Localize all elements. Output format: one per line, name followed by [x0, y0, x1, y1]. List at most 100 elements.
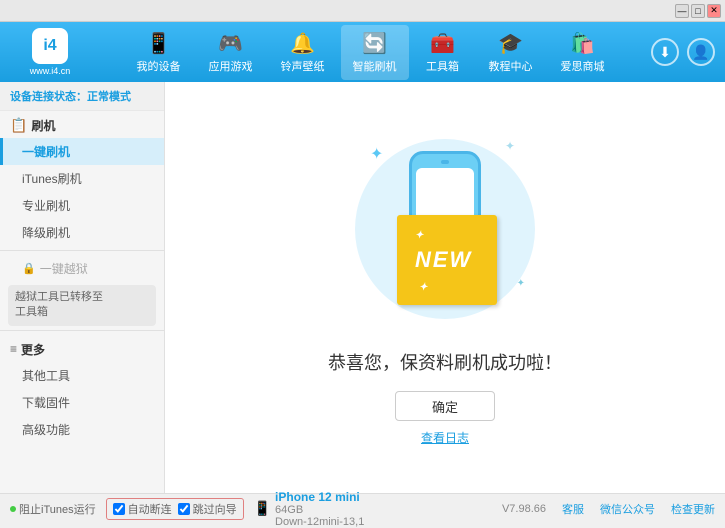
check-update-link[interactable]: 检查更新: [671, 501, 715, 517]
status-right: V7.98.66 客服 微信公众号 检查更新: [502, 501, 715, 517]
close-button[interactable]: ✕: [707, 4, 721, 18]
status-value: 正常模式: [87, 91, 131, 103]
ringtone-icon: 🔔: [290, 31, 315, 56]
auto-launch-checkbox-label[interactable]: 自动断连: [113, 501, 172, 517]
nav-item-store[interactable]: 🛍️ 爱思商城: [549, 25, 617, 80]
auto-launch-checkbox[interactable]: [113, 503, 125, 515]
store-icon: 🛍️: [570, 31, 595, 56]
logo-icon: i4: [32, 28, 68, 64]
jailbreak-label: 一键越狱: [40, 260, 88, 277]
nav-label-smart-flash: 智能刷机: [353, 58, 397, 74]
nav-item-my-device[interactable]: 📱 我的设备: [125, 25, 193, 80]
green-dot-icon: [10, 506, 16, 512]
sidebar-item-pro-flash[interactable]: 专业刷机: [0, 192, 164, 219]
view-log-link[interactable]: 查看日志: [421, 429, 469, 446]
new-badge-text: NEW: [415, 247, 472, 272]
version-label: V7.98.66: [502, 503, 546, 515]
nav-item-tutorial[interactable]: 🎓 教程中心: [477, 25, 545, 80]
divider-1: [0, 250, 164, 251]
logo-url: www.i4.cn: [30, 66, 71, 76]
window-controls[interactable]: — □ ✕: [675, 4, 721, 18]
phone-earpiece: [441, 160, 449, 164]
main-content: 设备连接状态：正常模式 📋 刷机 一键刷机 iTunes刷机 专业刷机 降级刷机…: [0, 82, 725, 493]
nav-bar: i4 www.i4.cn 📱 我的设备 🎮 应用游戏 🔔 铃声壁纸 🔄 智能刷机…: [0, 22, 725, 82]
sidebar-section-more: ≡ 更多: [0, 335, 164, 362]
nav-label-store: 爱思商城: [561, 58, 605, 74]
more-section-label: 更多: [21, 341, 45, 358]
wizard-checkbox-label[interactable]: 跳过向导: [178, 501, 237, 517]
jailbreak-notice: 越狱工具已转移至工具箱: [8, 285, 156, 326]
status-left: 阻止iTunes运行: [10, 501, 96, 517]
customer-service-link[interactable]: 客服: [562, 501, 584, 517]
sidebar-item-itunes-flash[interactable]: iTunes刷机: [0, 165, 164, 192]
confirm-button[interactable]: 确定: [395, 391, 495, 421]
sidebar-item-one-key-flash[interactable]: 一键刷机: [0, 138, 164, 165]
device-info: 📱 iPhone 12 mini 64GB Down-12mini-13,1: [254, 490, 365, 528]
device-name: iPhone 12 mini: [275, 490, 364, 504]
jailbreak-notice-text: 越狱工具已转移至工具箱: [15, 291, 103, 318]
nav-items: 📱 我的设备 🎮 应用游戏 🔔 铃声壁纸 🔄 智能刷机 🧰 工具箱 🎓 教程中心…: [90, 25, 651, 80]
sidebar-item-download-firmware[interactable]: 下载固件: [0, 389, 164, 416]
toolbox-icon: 🧰: [430, 31, 455, 56]
nav-right-controls: ⬇ 👤: [651, 38, 715, 66]
phone-device-icon: 📱: [254, 500, 271, 517]
downgrade-flash-label: 降级刷机: [22, 226, 70, 240]
sidebar-item-other-tools[interactable]: 其他工具: [0, 362, 164, 389]
nav-item-toolbox[interactable]: 🧰 工具箱: [413, 25, 473, 80]
logo: i4 www.i4.cn: [10, 28, 90, 76]
sidebar-jailbreak-section: 🔒 一键越狱: [0, 255, 164, 281]
device-storage: 64GB: [275, 504, 364, 516]
more-section-icon: ≡: [10, 342, 17, 356]
flash-section-label: 刷机: [31, 117, 55, 134]
nav-item-ringtone[interactable]: 🔔 铃声壁纸: [269, 25, 337, 80]
auto-launch-label: 自动断连: [128, 501, 172, 517]
new-badge: ✦ NEW ✦: [397, 215, 497, 305]
advanced-label: 高级功能: [22, 423, 70, 437]
wizard-checkbox[interactable]: [178, 503, 190, 515]
nav-label-ringtone: 铃声壁纸: [281, 58, 325, 74]
wechat-link[interactable]: 微信公众号: [600, 501, 655, 517]
one-key-flash-label: 一键刷机: [22, 145, 70, 159]
pro-flash-label: 专业刷机: [22, 199, 70, 213]
connection-status: 设备连接状态：正常模式: [0, 82, 164, 111]
checkbox-group: 自动断连 跳过向导: [106, 498, 244, 520]
nav-item-smart-flash[interactable]: 🔄 智能刷机: [341, 25, 409, 80]
device-model: Down-12mini-13,1: [275, 516, 364, 528]
sidebar: 设备连接状态：正常模式 📋 刷机 一键刷机 iTunes刷机 专业刷机 降级刷机…: [0, 82, 165, 493]
bottom-status-bar: 阻止iTunes运行 自动断连 跳过向导 📱 iPhone 12 mini 64…: [0, 493, 725, 523]
my-device-icon: 📱: [146, 31, 171, 56]
itunes-status: 阻止iTunes运行: [10, 501, 96, 517]
title-bar: — □ ✕: [0, 0, 725, 22]
logo-text-icon: i4: [43, 37, 56, 55]
flash-section-icon: 📋: [10, 117, 27, 134]
divider-2: [0, 330, 164, 331]
download-button[interactable]: ⬇: [651, 38, 679, 66]
sparkle-icon-1: ✦: [370, 144, 383, 164]
content-area: ✦ ✦ ✦ ✦ NEW ✦ 恭喜您，保资料刷机成功啦！ 确定 查看日志: [165, 82, 725, 493]
sparkle-icon-2: ✦: [505, 139, 515, 153]
new-star-left: ✦: [415, 230, 425, 241]
sidebar-section-flash: 📋 刷机: [0, 111, 164, 138]
apps-icon: 🎮: [218, 31, 243, 56]
sidebar-item-advanced[interactable]: 高级功能: [0, 416, 164, 443]
nav-label-toolbox: 工具箱: [426, 58, 459, 74]
wizard-label: 跳过向导: [193, 501, 237, 517]
sidebar-item-downgrade-flash[interactable]: 降级刷机: [0, 219, 164, 246]
minimize-button[interactable]: —: [675, 4, 689, 18]
download-firmware-label: 下载固件: [22, 396, 70, 410]
nav-item-apps[interactable]: 🎮 应用游戏: [197, 25, 265, 80]
device-details: iPhone 12 mini 64GB Down-12mini-13,1: [275, 490, 364, 528]
restore-button[interactable]: □: [691, 4, 705, 18]
sparkle-icon-3: ✦: [517, 278, 525, 289]
success-title: 恭喜您，保资料刷机成功啦！: [328, 349, 562, 375]
tutorial-icon: 🎓: [498, 31, 523, 56]
itunes-status-label: 阻止iTunes运行: [19, 501, 96, 517]
nav-label-my-device: 我的设备: [137, 58, 181, 74]
success-illustration: ✦ ✦ ✦ ✦ NEW ✦: [345, 129, 545, 329]
nav-label-apps: 应用游戏: [209, 58, 253, 74]
user-button[interactable]: 👤: [687, 38, 715, 66]
new-star-right: ✦: [419, 282, 429, 293]
lock-icon: 🔒: [22, 262, 36, 275]
nav-label-tutorial: 教程中心: [489, 58, 533, 74]
itunes-flash-label: iTunes刷机: [22, 172, 82, 186]
